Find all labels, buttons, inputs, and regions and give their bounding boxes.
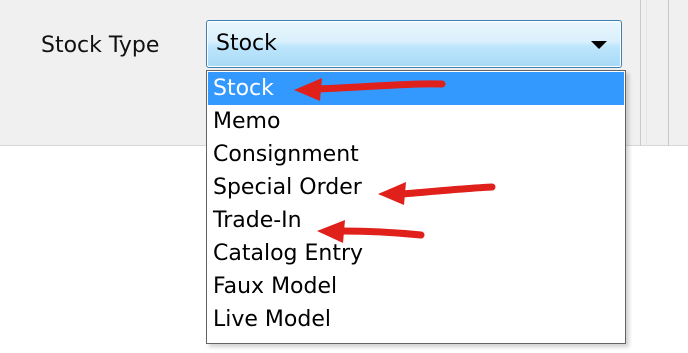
red-arrow-icon [294,78,446,101]
chevron-down-icon[interactable] [591,41,607,49]
option-live-model[interactable]: Live Model [208,303,624,336]
stock-type-combobox[interactable]: Stock [206,20,622,68]
red-arrow-icon [317,220,425,243]
stock-type-selected-value: Stock [216,31,277,56]
option-consignment[interactable]: Consignment [208,138,624,171]
panel-separator [646,0,647,146]
panel-separator [640,0,641,146]
option-faux-model[interactable]: Faux Model [208,270,624,303]
stock-type-label: Stock Type [41,33,160,58]
red-arrow-icon [378,182,496,205]
panel-separator [668,0,669,146]
option-memo[interactable]: Memo [208,105,624,138]
